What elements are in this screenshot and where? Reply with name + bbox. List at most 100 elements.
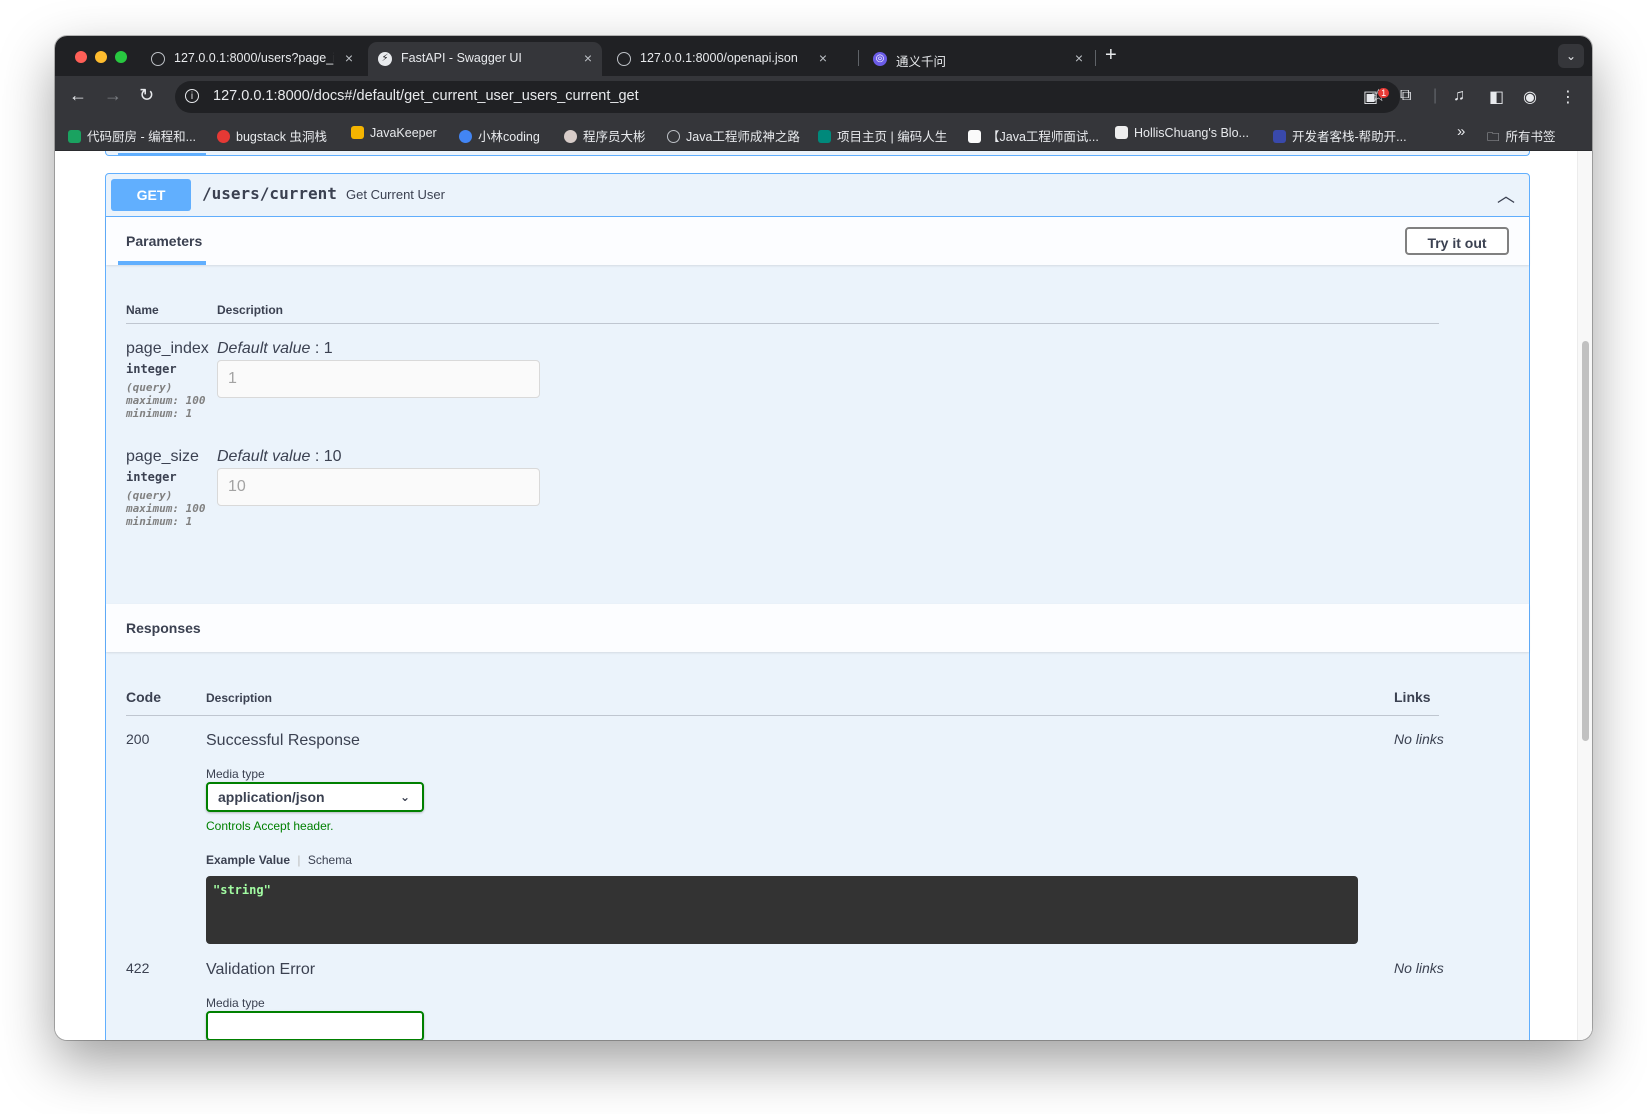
parameters-title[interactable]: Parameters	[126, 233, 202, 249]
info-icon[interactable]: i	[185, 89, 199, 103]
bookmark-icon	[968, 130, 981, 143]
param-name: page_size	[126, 448, 199, 465]
response-code: 422	[126, 960, 150, 976]
parameters-tab-indicator	[118, 261, 206, 265]
bookmarks-bar: 代码厨房 - 编程和... bugstack 虫洞栈 JavaKeeper 小林…	[55, 118, 1592, 151]
example-code-text: "string"	[213, 883, 271, 897]
tab-label: 127.0.0.1:8000/openapi.json	[640, 51, 798, 65]
media-type-select[interactable]	[206, 1011, 424, 1040]
browser-toolbar: ← → ↻ i 127.0.0.1:8000/docs#/default/get…	[55, 76, 1592, 118]
operation-summary[interactable]: GET /users/current Get Current User ︿	[106, 174, 1529, 217]
globe-icon	[617, 52, 631, 66]
bookmark-item[interactable]: 程序员大彬	[564, 126, 646, 145]
bookmark-item[interactable]: HollisChuang's Blo...	[1115, 126, 1249, 140]
default-label: Default value	[217, 448, 311, 465]
default-value: : 10	[314, 448, 342, 465]
bookmark-item[interactable]: JavaKeeper	[351, 126, 437, 140]
scrollbar-thumb[interactable]	[1582, 341, 1589, 741]
browser-window: 127.0.0.1:8000/users?page_i × ⚡ FastAPI …	[55, 36, 1592, 1040]
page-index-input[interactable]: 1	[217, 360, 540, 398]
parameters-header: Parameters Try it out	[106, 217, 1529, 265]
tab-openapi[interactable]: 127.0.0.1:8000/openapi.json ×	[607, 42, 837, 76]
url-text[interactable]: 127.0.0.1:8000/docs#/default/get_current…	[213, 88, 639, 104]
operation-summary-text: Get Current User	[346, 187, 445, 202]
tab-search-button[interactable]: ⌄	[1558, 44, 1584, 68]
response-code: 200	[126, 731, 150, 747]
forward-icon[interactable]: →	[104, 85, 122, 106]
bookmark-item[interactable]: 代码厨房 - 编程和...	[68, 126, 196, 145]
new-tab-button[interactable]: +	[1105, 44, 1117, 67]
example-schema-tabs: Example Value | Schema	[206, 853, 352, 867]
all-bookmarks-button[interactable]: 🗀 所有书签	[1487, 126, 1556, 149]
bookmark-item[interactable]: 开发者客栈-帮助开...	[1273, 126, 1407, 145]
bookmark-icon	[564, 130, 577, 143]
more-icon[interactable]: ⋮	[1560, 87, 1576, 107]
extension-icon[interactable]: ▣ 1	[1363, 87, 1390, 107]
close-window-button[interactable]	[75, 51, 87, 63]
response-links: No links	[1394, 960, 1444, 976]
param-name: page_index	[126, 340, 209, 357]
responses-col-description: Description	[206, 691, 273, 705]
bookmark-icon	[459, 130, 472, 143]
try-it-out-button[interactable]: Try it out	[1405, 227, 1509, 255]
params-col-description: Description	[217, 303, 284, 317]
default-value: : 1	[314, 340, 333, 357]
profile-icon[interactable]: ◉	[1523, 87, 1537, 107]
back-icon[interactable]: ←	[69, 85, 87, 106]
responses-divider	[126, 715, 1439, 716]
tab-users[interactable]: 127.0.0.1:8000/users?page_i ×	[141, 42, 363, 76]
minimize-window-button[interactable]	[95, 51, 107, 63]
tongyi-favicon-icon: ◎	[873, 52, 887, 66]
param-type: integer	[126, 362, 177, 376]
tab-tongyi[interactable]: ◎ 通义千问 ×	[863, 42, 1093, 76]
previous-operation-block	[105, 151, 1530, 156]
tab-label: 127.0.0.1:8000/users?page_i	[174, 51, 334, 65]
bookmarks-overflow-button[interactable]: »	[1457, 123, 1465, 140]
globe-icon	[667, 130, 680, 143]
bookmark-icon	[351, 126, 364, 139]
param-default: Default value : 10	[217, 448, 342, 466]
bookmark-item[interactable]: 项目主页 | 编码人生	[818, 126, 947, 145]
previous-tab-underline	[118, 153, 206, 156]
page-size-input[interactable]: 10	[217, 468, 540, 506]
chevron-down-icon: ⌄	[399, 790, 410, 804]
default-label: Default value	[217, 340, 311, 357]
chevron-up-icon[interactable]: ︿	[1497, 182, 1515, 208]
close-tab-icon[interactable]: ×	[1075, 50, 1083, 66]
param-in: (query)	[126, 489, 173, 502]
tab-swagger[interactable]: ⚡ FastAPI - Swagger UI ×	[368, 42, 602, 76]
close-tab-icon[interactable]: ×	[819, 50, 827, 66]
zoom-window-button[interactable]	[115, 51, 127, 63]
media-icon[interactable]: ♫	[1453, 87, 1465, 105]
param-in: (query)	[126, 381, 173, 394]
bookmark-item[interactable]: 【Java工程师面试...	[968, 126, 1099, 145]
responses-col-links: Links	[1394, 689, 1431, 705]
puzzle-icon[interactable]: ⧉	[1400, 87, 1411, 105]
folder-icon: 🗀	[1487, 130, 1500, 144]
tab-strip: 127.0.0.1:8000/users?page_i × ⚡ FastAPI …	[55, 36, 1592, 76]
bookmark-icon	[68, 130, 81, 143]
address-bar[interactable]: i 127.0.0.1:8000/docs#/default/get_curre…	[175, 81, 1400, 113]
param-minimum: minimum: 1	[126, 515, 193, 528]
response-description: Validation Error	[206, 961, 316, 978]
sidepanel-icon[interactable]: ◧	[1489, 87, 1504, 107]
tab-separator	[858, 50, 859, 66]
schema-tab[interactable]: Schema	[308, 853, 352, 867]
response-links: No links	[1394, 731, 1444, 747]
close-tab-icon[interactable]: ×	[584, 50, 592, 66]
media-type-label: Media type	[206, 996, 265, 1010]
response-description: Successful Response	[206, 732, 360, 749]
tab-label: FastAPI - Swagger UI	[401, 51, 522, 65]
bookmark-item[interactable]: 小林coding	[459, 126, 540, 145]
example-value-tab[interactable]: Example Value	[206, 853, 290, 867]
reload-icon[interactable]: ↻	[139, 85, 154, 106]
tab-divider: |	[297, 853, 301, 867]
bookmark-item[interactable]: Java工程师成神之路	[667, 126, 800, 145]
fastapi-favicon-icon: ⚡	[378, 52, 392, 66]
media-type-select[interactable]: application/json ⌄	[206, 782, 424, 812]
close-tab-icon[interactable]: ×	[345, 50, 353, 66]
bookmark-icon	[1115, 126, 1128, 139]
responses-header: Responses	[106, 604, 1529, 652]
bookmark-item[interactable]: bugstack 虫洞栈	[217, 126, 327, 145]
page-scrollbar[interactable]	[1577, 151, 1592, 1040]
